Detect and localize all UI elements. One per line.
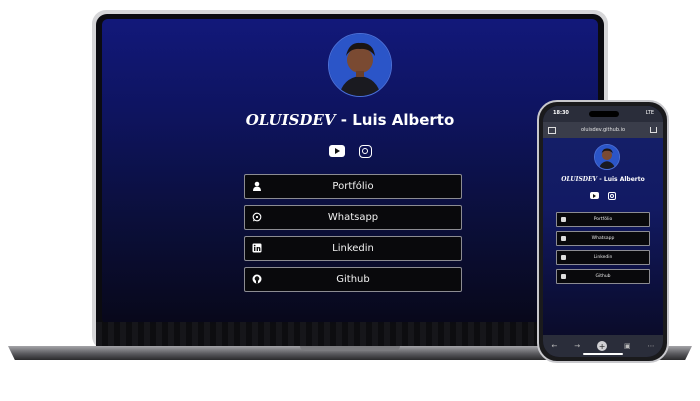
laptop-mockup: OLUISDEV - Luis Alberto Portfólio Whatsa… [92,10,608,350]
instagram-icon[interactable] [608,192,616,200]
share-icon[interactable] [650,127,657,133]
avatar-photo [595,145,619,169]
brand-name: OLUISDEV [245,111,336,129]
whatsapp-icon [252,212,262,222]
laptop-notch [300,346,400,351]
github-icon [252,274,262,284]
dynamic-island [589,111,619,117]
linkedin-button[interactable]: Linkedin [244,236,462,261]
status-time: 18:30 [553,110,569,116]
github-button[interactable]: Github [556,269,650,284]
user-icon [253,181,261,191]
whatsapp-button[interactable]: Whatsapp [244,205,462,230]
home-indicator [583,353,623,355]
avatar-photo [329,34,391,96]
linkedin-label: Linkedin [593,255,613,260]
portfolio-label: Portfólio [593,217,613,222]
instagram-icon[interactable] [358,145,372,158]
browser-url-bar[interactable]: oluisdev.github.io [543,122,663,138]
back-arrow-icon[interactable]: ← [551,342,557,350]
avatar [594,144,620,170]
youtube-icon[interactable] [328,145,345,157]
phone-mockup: 18:30 LTE oluisdev.github.io OLUISDEV - … [537,100,669,363]
status-signal: LTE [645,110,654,116]
github-icon [561,273,566,279]
laptop-bezel: OLUISDEV - Luis Alberto Portfólio Whatsa… [96,14,604,350]
tabs-icon[interactable] [548,126,556,134]
avatar [328,33,392,97]
tabs-count-icon[interactable]: ▣ [624,342,631,350]
github-label: Github [595,274,611,279]
portfolio-label: Portfólio [332,181,374,192]
forward-arrow-icon[interactable]: → [574,342,580,350]
whatsapp-icon [561,235,566,241]
phone-screen: 18:30 LTE oluisdev.github.io OLUISDEV - … [543,106,663,357]
linkedin-icon [561,254,566,260]
whatsapp-button[interactable]: Whatsapp [556,231,650,246]
title-separator: - [340,111,347,129]
social-links [102,145,598,158]
linkedin-icon [252,243,262,253]
more-icon[interactable]: ⋯ [648,342,655,350]
whatsapp-label: Whatsapp [327,212,379,223]
linkedin-button[interactable]: Linkedin [556,250,650,265]
owner-name: Luis Alberto [603,176,645,183]
portfolio-button[interactable]: Portfólio [244,174,462,199]
linkedin-label: Linkedin [332,243,374,254]
owner-name: Luis Alberto [352,111,455,129]
title-separator: - [599,176,602,183]
brand-name: OLUISDEV [561,176,598,183]
user-icon [561,216,566,222]
page-title: OLUISDEV - Luis Alberto [102,111,598,129]
whatsapp-label: Whatsapp [591,236,615,241]
link-list: Portfólio Whatsapp Linkedin Github [244,174,462,298]
url-text[interactable]: oluisdev.github.io [556,127,650,133]
youtube-icon[interactable] [590,192,599,199]
portfolio-button[interactable]: Portfólio [556,212,650,227]
github-label: Github [336,274,370,285]
github-button[interactable]: Github [244,267,462,292]
page-title: OLUISDEV - Luis Alberto [543,176,663,183]
social-links [543,192,663,200]
laptop-screen: OLUISDEV - Luis Alberto Portfólio Whatsa… [102,19,598,324]
new-tab-icon[interactable]: + [597,341,608,351]
link-list: Portfólio Whatsapp Linkedin Github [556,212,650,288]
